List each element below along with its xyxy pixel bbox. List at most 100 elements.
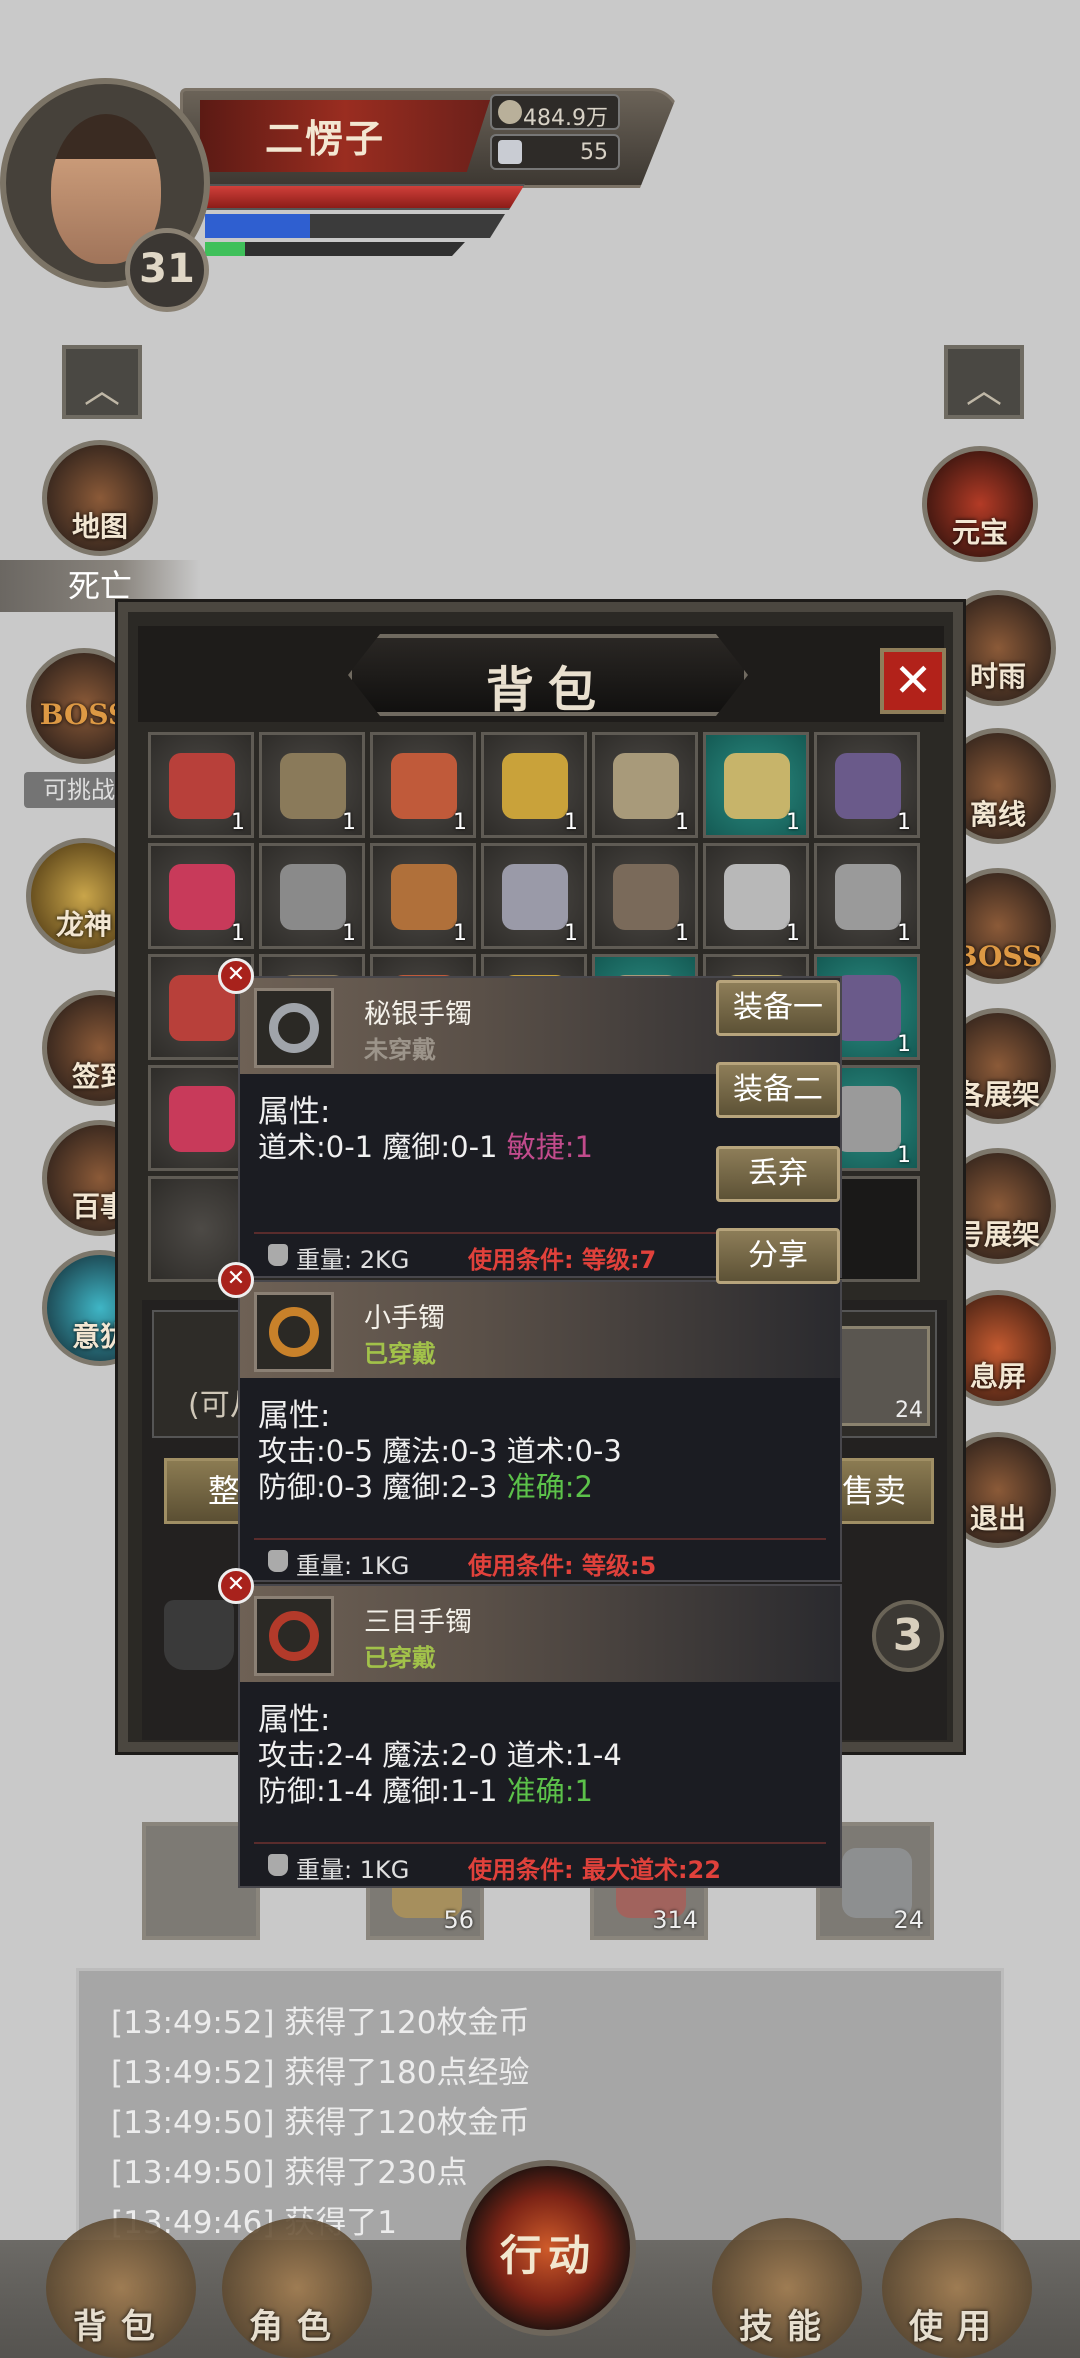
yuanbao-button[interactable]: 元宝 xyxy=(922,446,1038,562)
item-requirement: 使用条件: 等级:5 xyxy=(468,1552,657,1580)
slot-count: 1 xyxy=(675,921,689,946)
player-name: 二愣子 xyxy=(265,116,386,161)
weight-icon xyxy=(268,1550,288,1572)
attr-line: 防御:0-3 魔御:2-3 准确:2 xyxy=(258,1464,593,1506)
item-weight: 重量: 2KG xyxy=(296,1246,410,1274)
tooltip-header: 三目手镯 已穿戴 xyxy=(240,1586,840,1682)
item-icon xyxy=(835,864,901,930)
close-button[interactable]: ✕ xyxy=(880,648,946,714)
discard-button[interactable]: 丢弃 xyxy=(716,1146,840,1202)
bag-slot[interactable]: 1 xyxy=(814,843,920,949)
bag-slot[interactable]: 1 xyxy=(259,732,365,838)
slot-count: 1 xyxy=(231,810,245,835)
chevron-up-icon: ︿ xyxy=(965,370,1003,412)
left-collapse-button[interactable]: ︿ xyxy=(62,345,142,419)
level-badge: 31 xyxy=(125,228,209,312)
nav-bag-button[interactable]: 背包 xyxy=(46,2218,196,2358)
item-icon xyxy=(169,753,235,819)
tooltip-close-icon[interactable]: ✕ xyxy=(218,1568,254,1604)
gold-display: 484.9万 xyxy=(490,94,620,131)
bag-slot[interactable]: 1 xyxy=(148,843,254,949)
item-name: 三目手镯 xyxy=(364,1607,472,1638)
item-icon xyxy=(280,753,346,819)
bag-slot[interactable]: 1 xyxy=(814,732,920,838)
slot-count: 24 xyxy=(895,1398,923,1423)
tooltip-close-icon[interactable]: ✕ xyxy=(218,958,254,994)
slot-count: 1 xyxy=(786,921,800,946)
xp-bar xyxy=(205,242,465,256)
right-collapse-button[interactable]: ︿ xyxy=(944,345,1024,419)
tooltip-footer: 重量: 1KG 使用条件: 最大道术:22 xyxy=(254,1842,826,1884)
ingot-display: 55 xyxy=(490,134,620,170)
slot-count: 314 xyxy=(652,1906,698,1934)
item-weight: 重量: 1KG xyxy=(296,1856,410,1884)
slot-count: 1 xyxy=(453,921,467,946)
share-button[interactable]: 分享 xyxy=(716,1228,840,1284)
item-name: 小手镯 xyxy=(364,1303,445,1334)
small-bracelet-icon xyxy=(254,1292,334,1372)
nav-use-button[interactable]: 使用 xyxy=(882,2218,1032,2358)
slot-count: 1 xyxy=(453,810,467,835)
log-line: [13:49:52] 获得了180点经验 xyxy=(111,2055,530,2091)
item-icon xyxy=(502,753,568,819)
item-icon xyxy=(835,975,901,1041)
item-status: 已穿戴 xyxy=(364,1340,436,1368)
ingot-amount: 55 xyxy=(580,140,608,165)
bag-slot[interactable]: 1 xyxy=(148,732,254,838)
nav-use-label: 使用 xyxy=(909,2307,1005,2347)
slot-count: 1 xyxy=(342,810,356,835)
item-requirement: 使用条件: 等级:7 xyxy=(468,1246,657,1274)
bag-slot[interactable]: 1 xyxy=(370,843,476,949)
item-icon xyxy=(391,864,457,930)
bag-slot[interactable]: 1 xyxy=(259,843,365,949)
action-button[interactable]: 行动 xyxy=(460,2160,636,2336)
item-icon xyxy=(169,1086,235,1152)
item-icon xyxy=(169,864,235,930)
slot-count: 1 xyxy=(342,921,356,946)
gold-amount: 484.9万 xyxy=(523,106,608,131)
attr-text: 道术:0-1 魔御:0-1 xyxy=(258,1130,498,1164)
gold-coin-icon xyxy=(498,100,522,124)
nav-role-label: 角色 xyxy=(249,2307,345,2347)
tooltip-close-icon[interactable]: ✕ xyxy=(218,1262,254,1298)
item-icon xyxy=(835,753,901,819)
bag-slot[interactable]: 1 xyxy=(703,732,809,838)
log-line: [13:49:50] 获得了120枚金币 xyxy=(111,2105,530,2141)
slot-count: 1 xyxy=(897,810,911,835)
action-label: 行动 xyxy=(499,2231,596,2280)
slot-count: 1 xyxy=(786,810,800,835)
nav-bag-label: 背包 xyxy=(73,2307,169,2347)
slot-count: 1 xyxy=(897,1032,911,1057)
bag-slot[interactable]: 1 xyxy=(703,843,809,949)
log-line: [13:49:50] 获得了230点 xyxy=(111,2155,468,2191)
bag-slot[interactable]: 1 xyxy=(370,732,476,838)
weight-icon xyxy=(268,1854,288,1876)
nav-role-button[interactable]: 角色 xyxy=(222,2218,372,2358)
yuanbao-label: 元宝 xyxy=(951,516,1008,549)
weight-icon xyxy=(164,1600,234,1670)
nav-skill-button[interactable]: 技能 xyxy=(712,2218,862,2358)
map-button[interactable]: 地图 xyxy=(42,440,158,556)
bag-slot[interactable]: 1 xyxy=(481,843,587,949)
three-eye-bracelet-icon xyxy=(254,1596,334,1676)
attr-agility: 敏捷:1 xyxy=(506,1130,593,1164)
equip-one-button[interactable]: 装备一 xyxy=(716,980,840,1036)
bag-title-plate: 背包 xyxy=(348,634,748,716)
slot-count: 24 xyxy=(893,1906,924,1934)
nav-skill-label: 技能 xyxy=(739,2307,835,2347)
slot-count: 1 xyxy=(897,921,911,946)
player-header: 二愣子 484.9万 55 31 xyxy=(0,78,690,318)
tooltip-header: 小手镯 已穿戴 xyxy=(240,1282,840,1378)
attr-accuracy: 准确:1 xyxy=(506,1774,593,1808)
item-slot-24[interactable]: 24 xyxy=(838,1326,930,1426)
attr-text: 防御:1-4 魔御:1-1 xyxy=(258,1774,498,1808)
bag-slot[interactable]: 1 xyxy=(592,732,698,838)
mp-bar xyxy=(205,214,505,238)
page-number-badge[interactable]: 3 xyxy=(872,1600,944,1672)
equip-two-button[interactable]: 装备二 xyxy=(716,1062,840,1118)
bag-slot[interactable]: 1 xyxy=(481,732,587,838)
bag-title-bar: 背包 xyxy=(138,626,944,722)
item-status: 已穿戴 xyxy=(364,1644,436,1672)
item-icon xyxy=(724,864,790,930)
bag-slot[interactable]: 1 xyxy=(592,843,698,949)
